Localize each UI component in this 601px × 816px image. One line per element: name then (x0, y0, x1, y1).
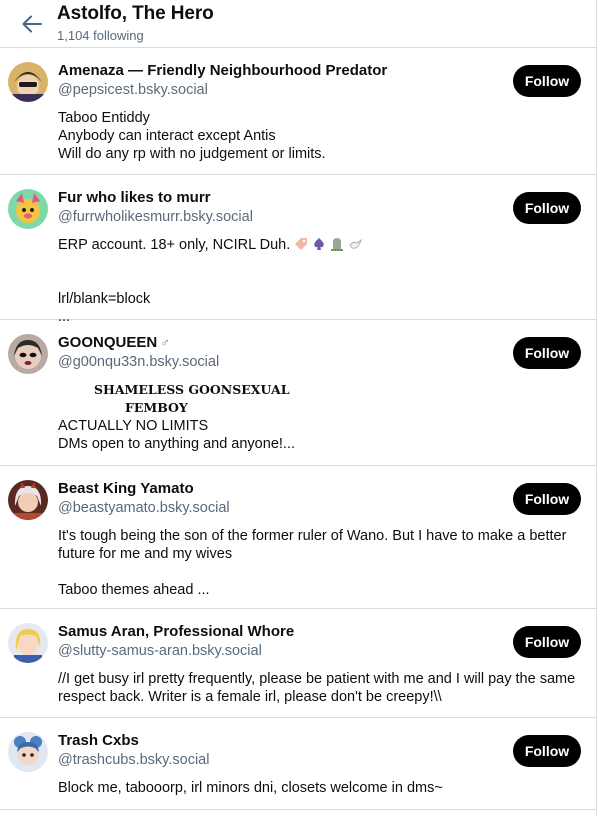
display-name: Amenaza — Friendly Neighbourhood Predato… (58, 62, 388, 79)
user-row[interactable]: Beast King Yamato @beastyamato.bsky.soci… (0, 466, 596, 609)
user-handle: @g00nqu33n.bsky.social (58, 354, 220, 370)
avatar[interactable] (8, 480, 48, 520)
display-name: Fur who likes to murr (58, 189, 211, 206)
headstone-emoji-icon (331, 238, 344, 251)
bio-banner-line: FEMBOY (125, 400, 188, 415)
following-count: 1,104 following (57, 28, 144, 43)
user-row[interactable]: Amenaza — Friendly Neighbourhood Predato… (0, 48, 596, 175)
follow-button[interactable]: Follow (513, 192, 581, 224)
user-bio: It's tough being the son of the former r… (58, 528, 567, 598)
user-row[interactable]: GOONQUEEN ♂ @g00nqu33n.bsky.social SHAMEL… (0, 320, 596, 466)
user-info: Samus Aran, Professional Whore @slutty-s… (58, 622, 582, 706)
user-handle: @furrwholikesmurr.bsky.social (58, 209, 253, 225)
follow-button[interactable]: Follow (513, 483, 581, 515)
follow-button[interactable]: Follow (513, 626, 581, 658)
header-titles: Astolfo, The Hero 1,104 following (57, 0, 214, 44)
user-bio: //I get busy irl pretty frequently, plea… (58, 671, 576, 705)
arrow-left-icon (22, 15, 42, 33)
follow-button[interactable]: Follow (513, 65, 581, 97)
bio-text: ERP account. 18+ only, NCIRL Duh. (58, 237, 291, 253)
avatar[interactable] (8, 62, 48, 102)
display-name: Samus Aran, Professional Whore (58, 623, 295, 640)
user-info: Trash Cxbs @trashcubs.bsky.social Block … (58, 731, 582, 797)
display-name: Beast King Yamato (58, 480, 194, 497)
user-row[interactable]: Samus Aran, Professional Whore @slutty-s… (0, 609, 596, 718)
display-name-text: GOONQUEEN (58, 334, 158, 351)
display-name: GOONQUEEN ♂ (58, 333, 582, 353)
bio-emojis (294, 237, 363, 251)
user-info: Beast King Yamato @beastyamato.bsky.soci… (58, 479, 582, 599)
avatar[interactable] (8, 732, 48, 772)
user-row[interactable]: Trash Cxbs @trashcubs.bsky.social Block … (0, 718, 596, 810)
bio-banner-line: SHAMELESS GOONSEXUAL (94, 382, 290, 397)
dove-emoji-icon (349, 238, 363, 249)
user-handle: @pepsicest.bsky.social (58, 82, 208, 98)
user-bio: Block me, tabooorp, irl minors dni, clos… (58, 780, 443, 796)
user-info: Amenaza — Friendly Neighbourhood Predato… (58, 61, 582, 163)
bio-banner: SHAMELESS GOONSEXUAL FEMBOY (58, 381, 582, 417)
user-bio: Taboo Entiddy Anybody can interact excep… (58, 110, 326, 162)
user-handle: @trashcubs.bsky.social (58, 752, 210, 768)
user-handle: @slutty-samus-aran.bsky.social (58, 643, 262, 659)
following-list-page: Astolfo, The Hero 1,104 following Amenaz… (0, 0, 597, 816)
avatar[interactable] (8, 189, 48, 229)
back-button[interactable] (19, 11, 45, 37)
user-info: GOONQUEEN ♂ @g00nqu33n.bsky.social SHAMEL… (58, 333, 582, 453)
spade-emoji-icon (314, 238, 325, 250)
tag-emoji-icon (295, 238, 308, 250)
follow-button[interactable]: Follow (513, 735, 581, 767)
user-handle: @beastyamato.bsky.social (58, 500, 230, 516)
display-name: Trash Cxbs (58, 732, 139, 749)
page-title: Astolfo, The Hero (57, 3, 214, 24)
male-symbol-icon: ♂ (160, 335, 170, 350)
user-row[interactable]: Fur who likes to murr @furrwholikesmurr.… (0, 175, 596, 325)
avatar[interactable] (8, 623, 48, 663)
page-header: Astolfo, The Hero 1,104 following (0, 0, 596, 48)
user-bio: ACTUALLY NO LIMITS DMs open to anything … (58, 418, 295, 452)
avatar[interactable] (8, 334, 48, 374)
follow-button[interactable]: Follow (513, 337, 581, 369)
